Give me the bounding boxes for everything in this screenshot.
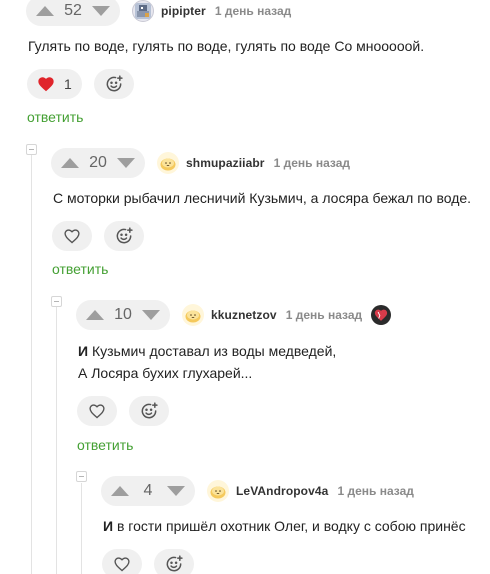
collapse-thread-toggle[interactable] [26,144,37,155]
like-count: 1 [64,76,72,92]
downvote-icon[interactable] [142,310,160,320]
reply-link[interactable]: ответить [77,437,133,453]
rating-control: 4 [101,476,195,506]
heart-outline-icon [89,404,105,419]
upvote-icon[interactable] [86,310,104,320]
comment-text: И в гости пришёл охотник Олег, и водку с… [103,515,466,537]
rating-control: 20 [51,148,145,178]
comment-actions: 1 [27,69,134,99]
rating-count: 20 [89,154,107,171]
comment-header: 20 shmupaziiabr 1 день назад [51,148,350,178]
comment-header: 4 LeVAndropov4a 1 день назад [101,476,414,506]
emoji-add-icon [116,227,133,244]
add-reaction-button[interactable] [129,396,169,426]
emoji-add-icon [166,555,183,572]
comment-text-line: С моторки рыбачил лесничий Кузьмич, а ло… [53,190,472,206]
comment-text: Гулять по воде, гулять по воде, гулять п… [28,35,424,57]
upvote-icon[interactable] [36,6,54,16]
comment-text-line: Гулять по воде, гулять по воде, гулять п… [28,38,425,54]
reply-link[interactable]: ответить [27,109,83,125]
heart-outline-icon [64,229,80,244]
downvote-icon[interactable] [117,158,135,168]
heart-badge-icon [371,305,392,325]
comment-actions [77,396,169,426]
bun-avatar-icon[interactable] [207,480,229,502]
collapse-thread-toggle[interactable] [51,296,62,307]
comment-text: С моторки рыбачил лесничий Кузьмич, а ло… [53,187,471,209]
username[interactable]: shmupaziiabr [186,156,265,170]
downvote-icon[interactable] [167,486,185,496]
upvote-icon[interactable] [111,486,129,496]
username[interactable]: kkuznetzov [211,308,277,322]
bun-avatar-icon[interactable] [182,304,204,326]
emoji-add-icon [141,402,158,419]
rating-count: 4 [143,482,153,499]
emoji-add-icon [106,75,123,92]
comment-text-line: А Лосяра бухих глухарей... [78,365,253,381]
comment-text-line: И Кузьмич доставал из воды медведей, [78,343,337,359]
rating-count: 10 [114,306,132,323]
rating-control: 52 [26,0,120,26]
rating-count: 52 [64,2,82,19]
reply-link[interactable]: ответить [52,261,108,277]
like-button[interactable] [102,549,142,574]
like-button[interactable] [52,221,92,251]
heart-filled-icon [38,77,54,92]
username[interactable]: pipipter [161,4,206,18]
comment-header: 10 kkuznetzov 1 день назад [76,300,392,330]
username[interactable]: LeVAndropov4a [236,484,328,498]
comment-text: И Кузьмич доставал из воды медведей, А Л… [78,340,336,384]
timestamp[interactable]: 1 день назад [274,156,350,170]
timestamp[interactable]: 1 день назад [286,308,362,322]
upvote-icon[interactable] [61,158,79,168]
add-reaction-button[interactable] [154,549,194,574]
thread-line-level-2 [56,305,57,574]
bun-avatar-icon[interactable] [157,152,179,174]
timestamp[interactable]: 1 день назад [337,484,413,498]
comment-header: 52 pipipter 1 день назад [26,0,291,26]
pixel-avatar-icon[interactable] [132,0,154,22]
comment-text-line: И в гости пришёл охотник Олег, и водку с… [103,518,466,534]
heart-outline-icon [114,557,130,572]
like-button[interactable]: 1 [27,69,82,99]
comment-actions [52,221,144,251]
downvote-icon[interactable] [92,6,110,16]
thread-line-level-3 [81,483,82,574]
rating-control: 10 [76,300,170,330]
collapse-thread-toggle[interactable] [76,471,87,482]
timestamp[interactable]: 1 день назад [215,4,291,18]
add-reaction-button[interactable] [93,69,134,99]
add-reaction-button[interactable] [104,221,144,251]
comment-actions [102,549,194,574]
like-button[interactable] [77,396,117,426]
thread-line-level-1 [31,150,32,574]
